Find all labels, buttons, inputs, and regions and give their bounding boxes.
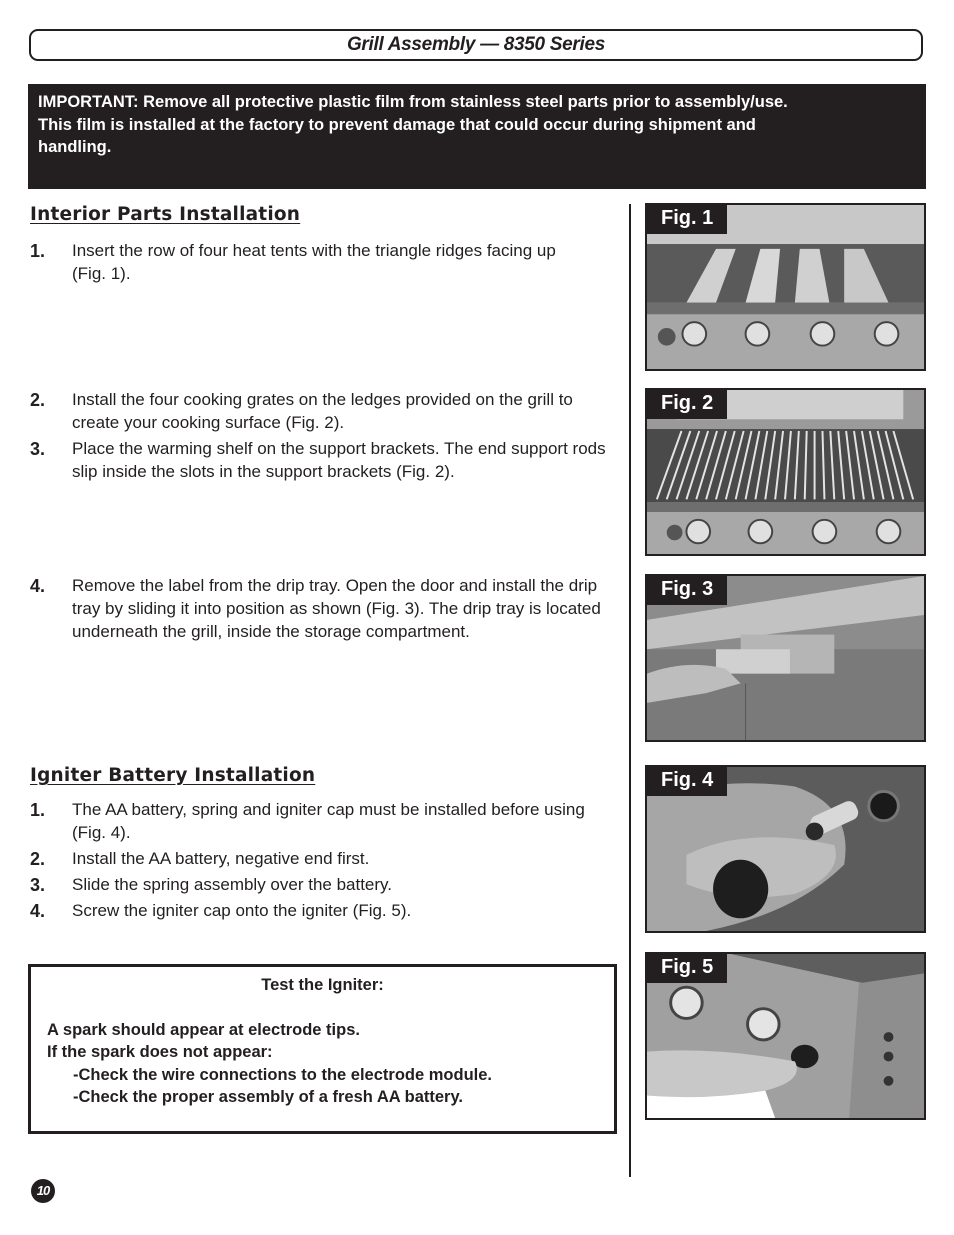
figure-1: Fig. 1: [645, 203, 926, 371]
step-number: 2.: [30, 390, 46, 410]
step-text: Place the warming shelf on the support b…: [72, 439, 606, 481]
interior-step: 1. Insert the row of four heat tents wit…: [30, 239, 570, 285]
page-number: 10: [31, 1179, 55, 1203]
figure-label: Fig. 2: [647, 390, 728, 419]
notice-line: IMPORTANT: Remove all protective plastic…: [38, 93, 788, 111]
igniter-step: 4. Screw the igniter cap onto the ignite…: [30, 899, 615, 922]
step-number: 3.: [30, 875, 46, 895]
step-number: 4.: [30, 576, 46, 596]
test-line: If the spark does not appear:: [47, 1043, 273, 1061]
igniter-step: 2. Install the AA battery, negative end …: [30, 847, 615, 870]
step-number: 1.: [30, 800, 46, 820]
igniter-step: 1. The AA battery, spring and igniter ca…: [30, 798, 615, 844]
step-text: Screw the igniter cap onto the igniter (…: [72, 901, 412, 920]
interior-step: 4. Remove the label from the drip tray. …: [30, 574, 615, 643]
igniter-battery-heading: Igniter Battery Installation: [30, 765, 316, 786]
figure-label: Fig. 3: [647, 576, 728, 605]
page-title: Grill Assembly — 8350 Series: [29, 29, 923, 61]
step-text: Install the four cooking grates on the l…: [72, 390, 573, 432]
step-text: Insert the row of four heat tents with t…: [72, 241, 556, 283]
interior-parts-heading: Interior Parts Installation: [30, 204, 301, 225]
interior-step: 3. Place the warming shelf on the suppor…: [30, 437, 615, 483]
notice-line: This film is installed at the factory to…: [38, 115, 756, 134]
figure-5: Fig. 5: [645, 952, 926, 1120]
figure-label: Fig. 5: [647, 954, 728, 983]
test-igniter-heading: Test the Igniter:: [261, 976, 384, 994]
figure-4: Fig. 4: [645, 765, 926, 933]
figure-3: Fig. 3: [645, 574, 926, 742]
step-text: Remove the label from the drip tray. Ope…: [72, 576, 601, 641]
interior-step: 2. Install the four cooking grates on th…: [30, 388, 615, 434]
step-text: Install the AA battery, negative end fir…: [72, 849, 370, 868]
notice-line: handling.: [38, 138, 112, 156]
step-number: 2.: [30, 849, 46, 869]
figure-label: Fig. 1: [647, 205, 728, 234]
important-notice: IMPORTANT: Remove all protective plastic…: [28, 84, 926, 189]
igniter-step: 3. Slide the spring assembly over the ba…: [30, 873, 615, 896]
test-check: -Check the proper assembly of a fresh AA…: [73, 1088, 463, 1106]
figure-label: Fig. 4: [647, 767, 728, 796]
figure-2: Fig. 2: [645, 388, 926, 556]
step-number: 3.: [30, 439, 46, 459]
step-text: The AA battery, spring and igniter cap m…: [72, 800, 585, 842]
step-number: 4.: [30, 901, 46, 921]
test-line: A spark should appear at electrode tips.: [47, 1020, 360, 1039]
step-number: 1.: [30, 241, 46, 261]
test-igniter-box: Test the Igniter: A spark should appear …: [28, 964, 617, 1134]
test-check: -Check the wire connections to the elect…: [73, 1065, 492, 1084]
column-divider: [629, 204, 631, 1177]
step-text: Slide the spring assembly over the batte…: [72, 875, 393, 894]
